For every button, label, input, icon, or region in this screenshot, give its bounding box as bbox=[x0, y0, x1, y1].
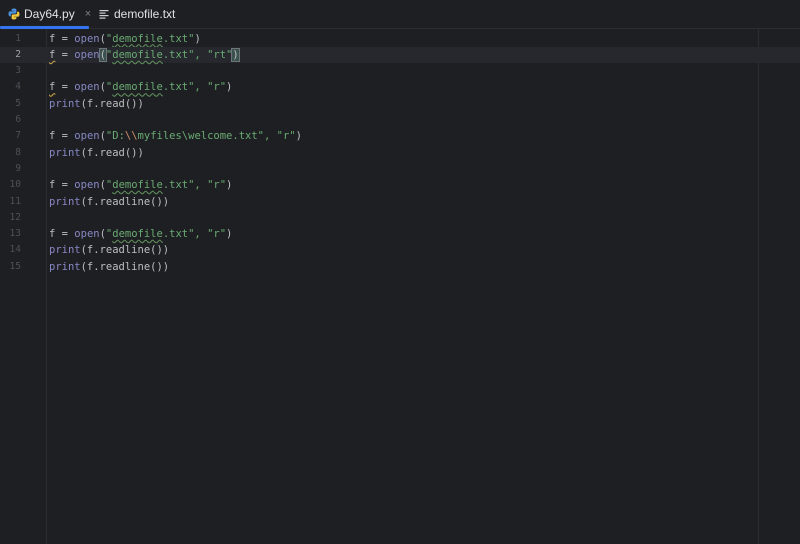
code-line[interactable]: 15 print(f.readline()) bbox=[0, 259, 800, 275]
code-line[interactable]: 13 f = open("demofile.txt", "r") bbox=[0, 226, 800, 242]
code-token: = bbox=[55, 228, 75, 241]
code-token: .txt", "rt" bbox=[162, 48, 233, 61]
line-number: 12 bbox=[9, 211, 21, 223]
python-file-icon bbox=[8, 8, 20, 20]
code-token: = bbox=[55, 81, 75, 94]
code-token: "D: bbox=[105, 130, 125, 143]
code-token: (f.readline()) bbox=[80, 244, 170, 257]
line-number: 7 bbox=[15, 130, 21, 142]
code-token: (f.read()) bbox=[80, 97, 144, 110]
line-number: 11 bbox=[9, 195, 21, 207]
code-token: (f.readline()) bbox=[80, 260, 170, 273]
code-token: = bbox=[55, 48, 75, 61]
code-token: print bbox=[49, 244, 81, 257]
code-token: ) bbox=[226, 228, 233, 241]
code-text: f = open("demofile.txt", "rt") bbox=[49, 47, 240, 63]
line-number: 14 bbox=[9, 244, 21, 256]
code-token: print bbox=[49, 195, 81, 208]
code-text: print(f.readline()) bbox=[49, 259, 169, 275]
code-line[interactable]: 2 f = open("demofile.txt", "rt") bbox=[0, 46, 800, 64]
code-token: \\ bbox=[124, 130, 138, 143]
line-number: 2 bbox=[15, 48, 21, 60]
tab-label: Day64.py bbox=[24, 7, 75, 21]
code-token: print bbox=[49, 97, 81, 110]
code-token: .txt", "r" bbox=[162, 179, 227, 192]
code-line[interactable]: 8 print(f.read()) bbox=[0, 145, 800, 161]
code-token: myfiles\welcome.txt", "r" bbox=[137, 130, 296, 143]
code-token: demofile bbox=[112, 48, 163, 61]
code-token: open bbox=[74, 179, 100, 192]
code-token: (f.readline()) bbox=[80, 195, 170, 208]
tab-day64-py[interactable]: Day64.py × bbox=[0, 0, 91, 29]
code-line[interactable]: 14 print(f.readline()) bbox=[0, 242, 800, 258]
text-file-icon bbox=[98, 8, 110, 20]
code-text: f = open("demofile.txt", "r") bbox=[49, 177, 232, 193]
code-line[interactable]: 11 print(f.readline()) bbox=[0, 194, 800, 210]
code-token: open bbox=[74, 130, 100, 143]
code-line[interactable]: 6 bbox=[0, 112, 800, 128]
code-token: open bbox=[74, 32, 100, 45]
code-token: open bbox=[74, 81, 100, 94]
tab-demofile-txt[interactable]: demofile.txt bbox=[89, 0, 185, 28]
code-line[interactable]: 12 bbox=[0, 210, 800, 226]
code-token: (f.read()) bbox=[80, 146, 144, 159]
line-number: 1 bbox=[15, 32, 21, 44]
code-token: demofile bbox=[112, 179, 163, 192]
code-token: .txt", "r" bbox=[162, 81, 227, 94]
code-token: demofile bbox=[112, 81, 163, 94]
line-number: 3 bbox=[15, 65, 21, 77]
line-number: 9 bbox=[15, 162, 21, 174]
code-token: = bbox=[55, 179, 75, 192]
line-number: 13 bbox=[9, 228, 21, 240]
code-token: open bbox=[74, 228, 100, 241]
code-token: demofile bbox=[112, 228, 163, 241]
code-token: .txt", "r" bbox=[162, 228, 227, 241]
code-line[interactable]: 9 bbox=[0, 161, 800, 177]
line-number: 6 bbox=[15, 114, 21, 125]
line-number: 15 bbox=[9, 260, 21, 272]
code-text: print(f.readline()) bbox=[49, 242, 169, 258]
code-token: .txt" bbox=[162, 32, 195, 45]
code-editor[interactable]: 1 f = open("demofile.txt") 2 f = open("demo… bbox=[0, 29, 800, 544]
code-line[interactable]: 1 f = open("demofile.txt") bbox=[0, 31, 800, 47]
code-text: f = open("demofile.txt") bbox=[49, 31, 201, 47]
code-token: print bbox=[49, 260, 81, 273]
code-text: print(f.read()) bbox=[49, 145, 144, 161]
line-number: 10 bbox=[9, 179, 21, 191]
code-token: ) bbox=[231, 47, 240, 62]
code-token: demofile bbox=[112, 32, 163, 45]
tab-label: demofile.txt bbox=[114, 7, 176, 21]
code-token: ) bbox=[295, 130, 302, 143]
code-token: ) bbox=[226, 179, 233, 192]
code-text: f = open("D:\\myfiles\welcome.txt", "r") bbox=[49, 128, 302, 144]
code-token: ) bbox=[194, 32, 201, 45]
code-text: f = open("demofile.txt", "r") bbox=[49, 79, 232, 95]
code-line[interactable]: 3 bbox=[0, 63, 800, 79]
code-line[interactable]: 4 f = open("demofile.txt", "r") bbox=[0, 79, 800, 95]
code-line[interactable]: 7 f = open("D:\\myfiles\welcome.txt", "r"… bbox=[0, 128, 800, 144]
code-token: open bbox=[74, 48, 100, 61]
code-text: print(f.readline()) bbox=[49, 194, 169, 210]
line-number: 5 bbox=[15, 97, 21, 109]
line-number: 8 bbox=[15, 146, 21, 158]
code-token: = bbox=[55, 32, 75, 45]
tab-bar: Day64.py × demofile.txt bbox=[0, 0, 800, 29]
code-text: f = open("demofile.txt", "r") bbox=[49, 226, 232, 242]
line-number: 4 bbox=[15, 81, 21, 93]
code-token: print bbox=[49, 146, 81, 159]
code-token: ) bbox=[226, 81, 233, 94]
code-line[interactable]: 10 f = open("demofile.txt", "r") bbox=[0, 177, 800, 193]
editor-window: Day64.py × demofile.txt 1 f = open("demof… bbox=[0, 0, 800, 544]
code-line[interactable]: 5 print(f.read()) bbox=[0, 96, 800, 112]
code-token: = bbox=[55, 130, 75, 143]
code-text: print(f.read()) bbox=[49, 96, 144, 112]
